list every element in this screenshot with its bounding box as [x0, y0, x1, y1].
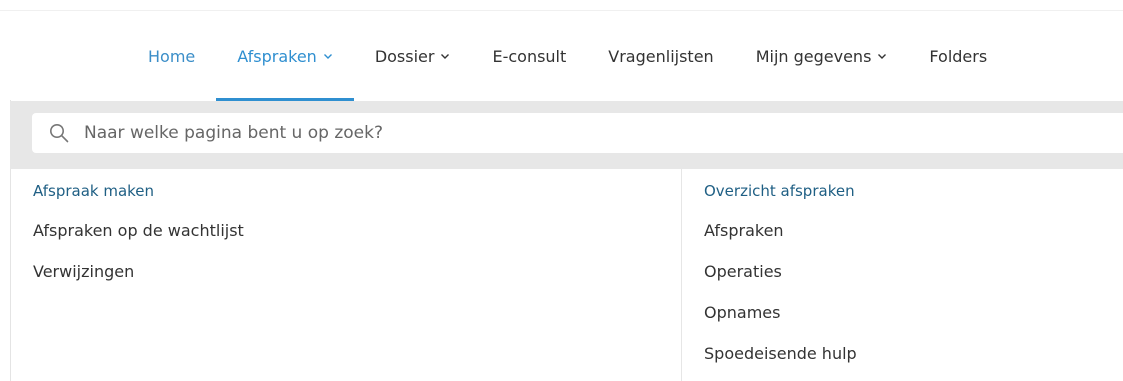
chevron-down-icon	[440, 51, 450, 61]
menu-column-overzicht-afspraken: Overzicht afspraken Afspraken Operaties …	[704, 180, 857, 381]
nav-e-consult-label: E-consult	[492, 46, 567, 66]
nav-afspraken-label: Afspraken	[237, 46, 317, 66]
nav-mijn-gegevens[interactable]: Mijn gegevens	[735, 11, 909, 101]
nav-afspraken[interactable]: Afspraken	[216, 11, 354, 101]
nav-dossier[interactable]: Dossier	[354, 11, 472, 101]
chevron-down-icon	[323, 51, 333, 61]
search-icon[interactable]	[48, 122, 70, 144]
nav-vragenlijsten[interactable]: Vragenlijsten	[587, 11, 734, 101]
menu-link-afspraken[interactable]: Afspraken	[704, 220, 857, 242]
nav-mijn-gegevens-label: Mijn gegevens	[755, 46, 872, 66]
nav-vragenlijsten-label: Vragenlijsten	[608, 46, 714, 66]
menu-link-operaties[interactable]: Operaties	[704, 261, 857, 283]
column-heading: Overzicht afspraken	[704, 182, 855, 200]
nav-home[interactable]: Home	[127, 11, 216, 101]
page-frame: Home Afspraken Dossier E-consult Vragenl…	[0, 0, 1123, 381]
nav-e-consult[interactable]: E-consult	[471, 11, 587, 101]
nav-dossier-label: Dossier	[374, 46, 435, 66]
column-divider	[681, 169, 682, 381]
search-band	[10, 101, 1123, 169]
menu-link-spoedeisende-hulp[interactable]: Spoedeisende hulp	[704, 343, 857, 365]
menu-link-opnames[interactable]: Opnames	[704, 302, 857, 324]
nav-folders-label: Folders	[929, 46, 988, 66]
nav-folders[interactable]: Folders	[908, 11, 1008, 101]
column-heading: Afspraak maken	[33, 182, 155, 200]
nav-home-label: Home	[148, 46, 196, 66]
main-nav: Home Afspraken Dossier E-consult Vragenl…	[0, 11, 1123, 101]
menu-link-verwijzingen[interactable]: Verwijzingen	[33, 261, 244, 283]
search-box[interactable]	[32, 113, 1123, 153]
search-input[interactable]	[84, 123, 984, 143]
chevron-down-icon	[877, 51, 887, 61]
menu-link-wachtlijst[interactable]: Afspraken op de wachtlijst	[33, 220, 244, 242]
menu-column-afspraak-maken: Afspraak maken Afspraken op de wachtlijs…	[33, 180, 244, 302]
